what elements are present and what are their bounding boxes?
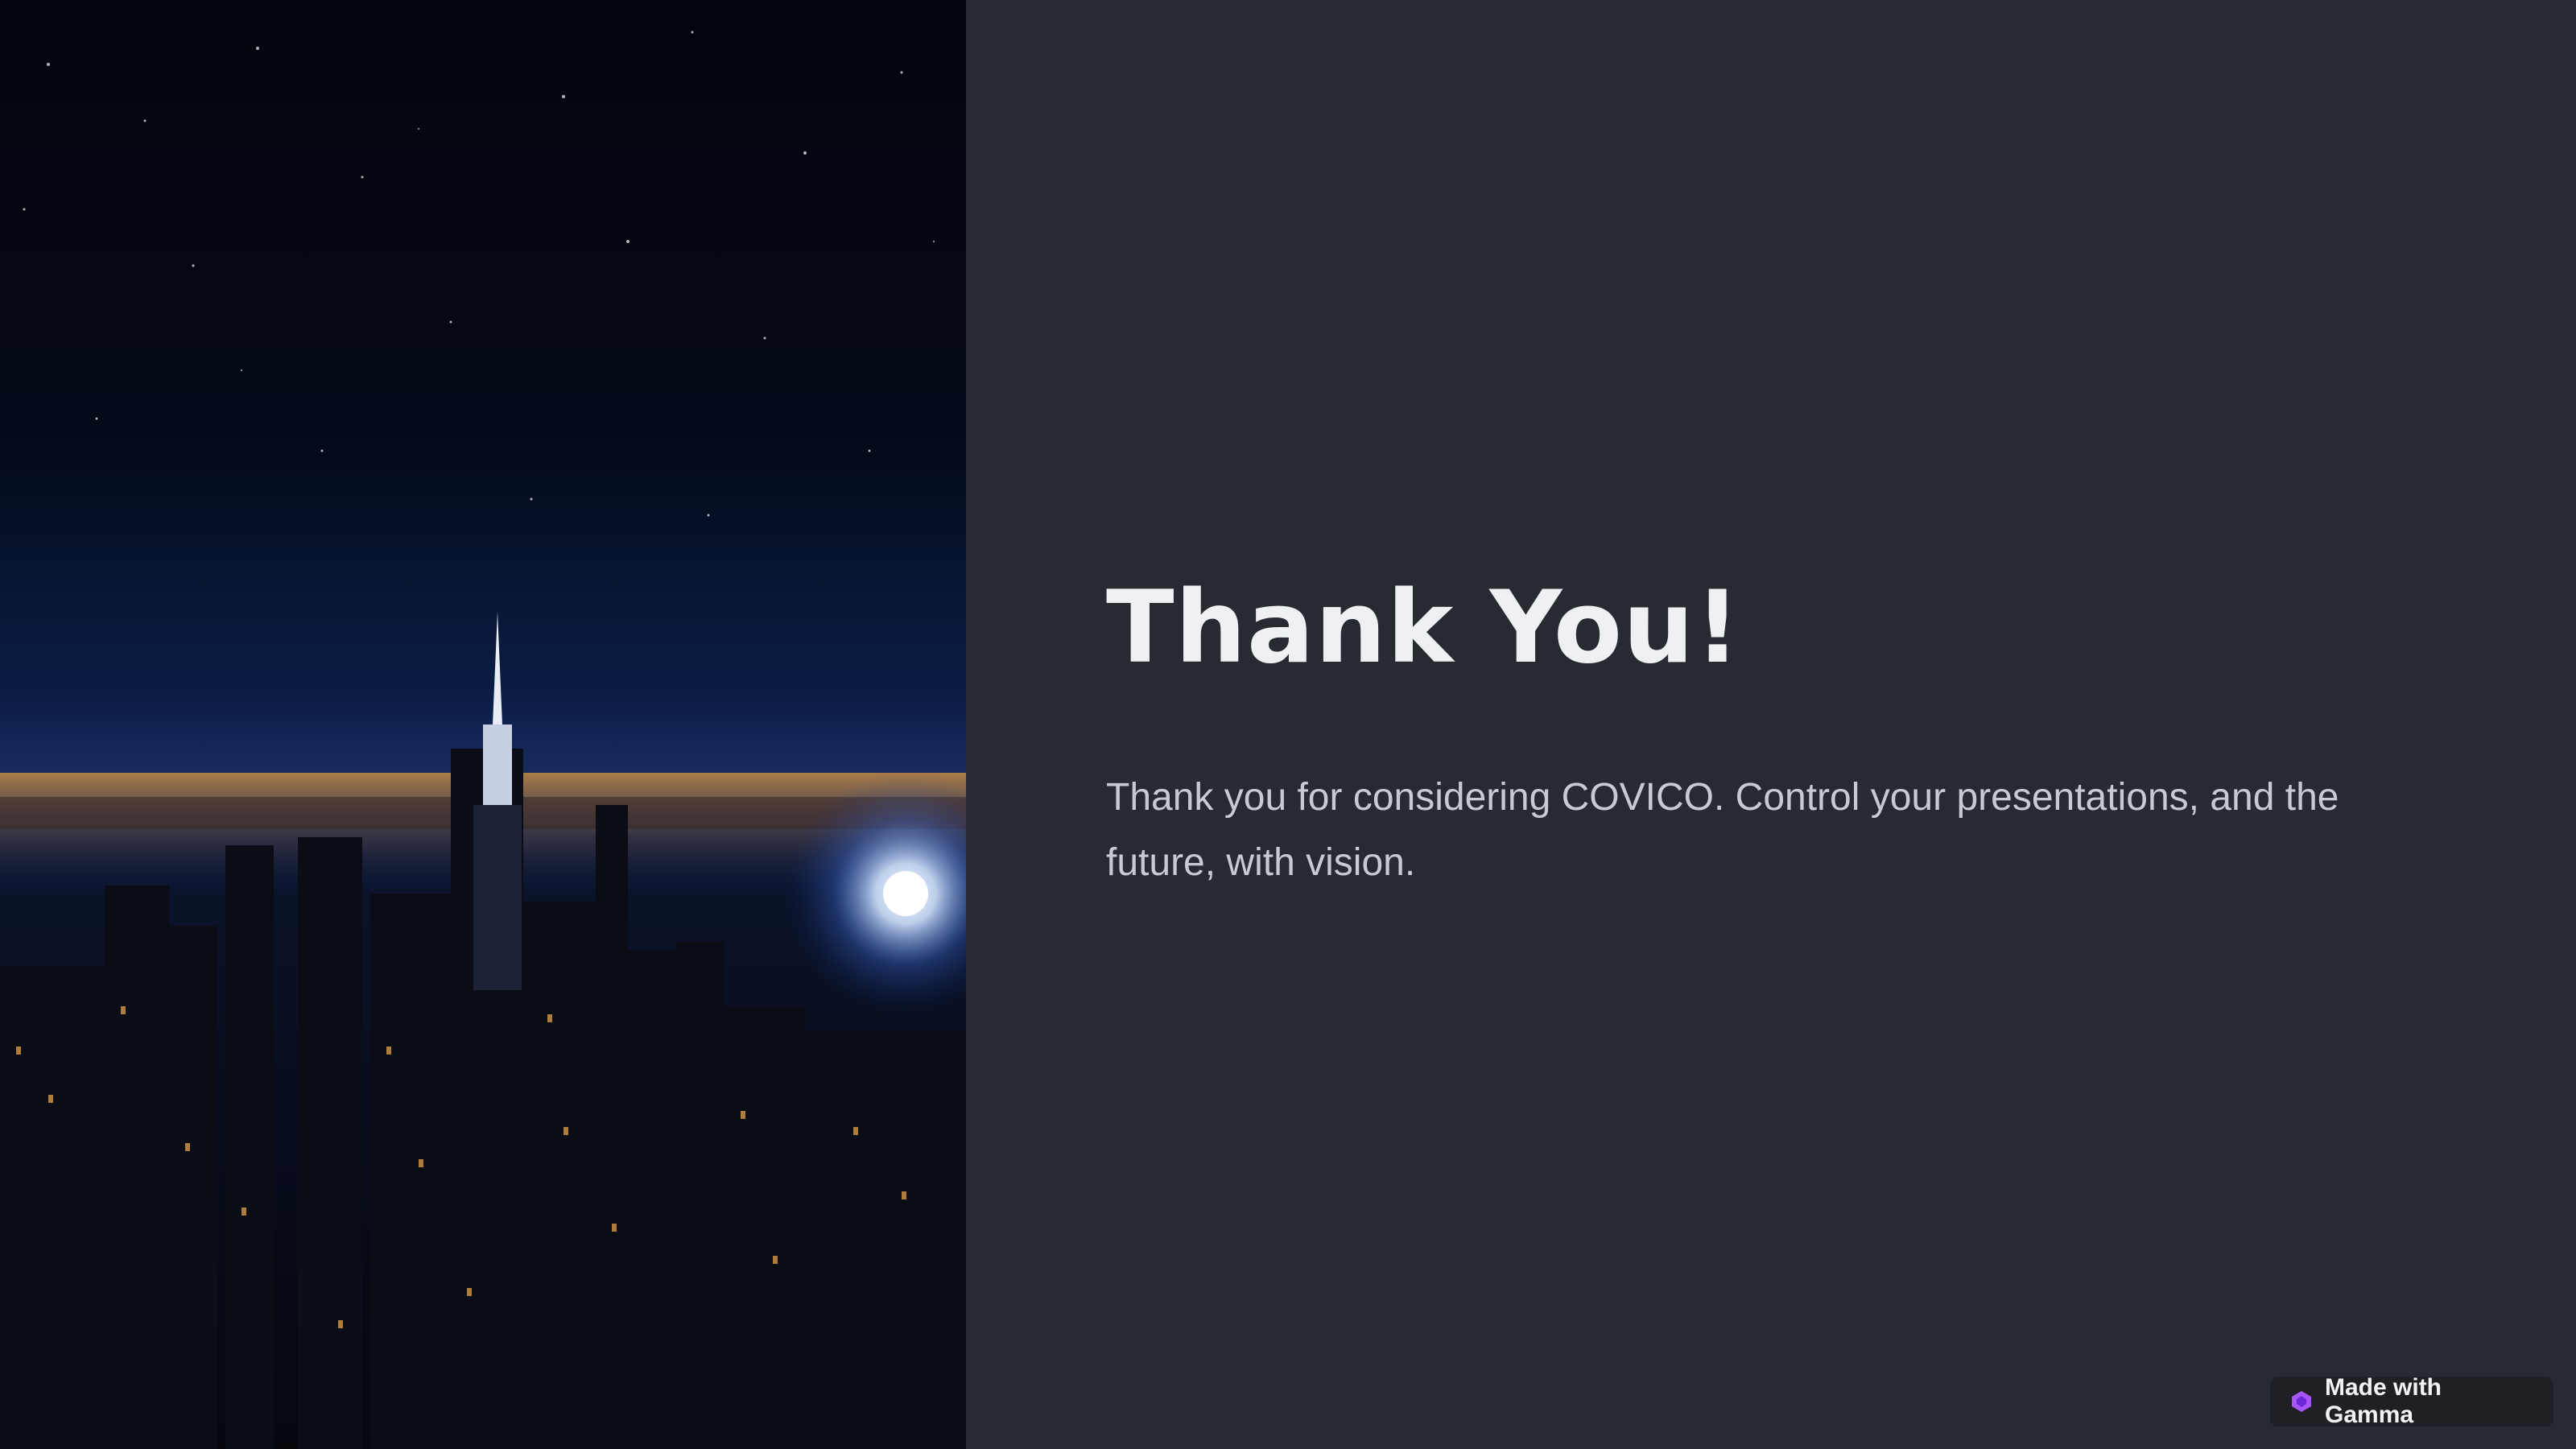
gamma-logo-icon: [2289, 1389, 2314, 1414]
skyline-image: [0, 0, 966, 1449]
slide-content: Thank You! Thank you for considering COV…: [1106, 564, 2362, 895]
slide-title: Thank You!: [1106, 570, 1741, 686]
badge-label: Made with Gamma: [2325, 1374, 2442, 1428]
made-with-gamma-badge[interactable]: Made with Gamma: [2270, 1374, 2553, 1428]
slide-body-text: Thank you for considering COVICO. Contro…: [1106, 776, 2339, 884]
